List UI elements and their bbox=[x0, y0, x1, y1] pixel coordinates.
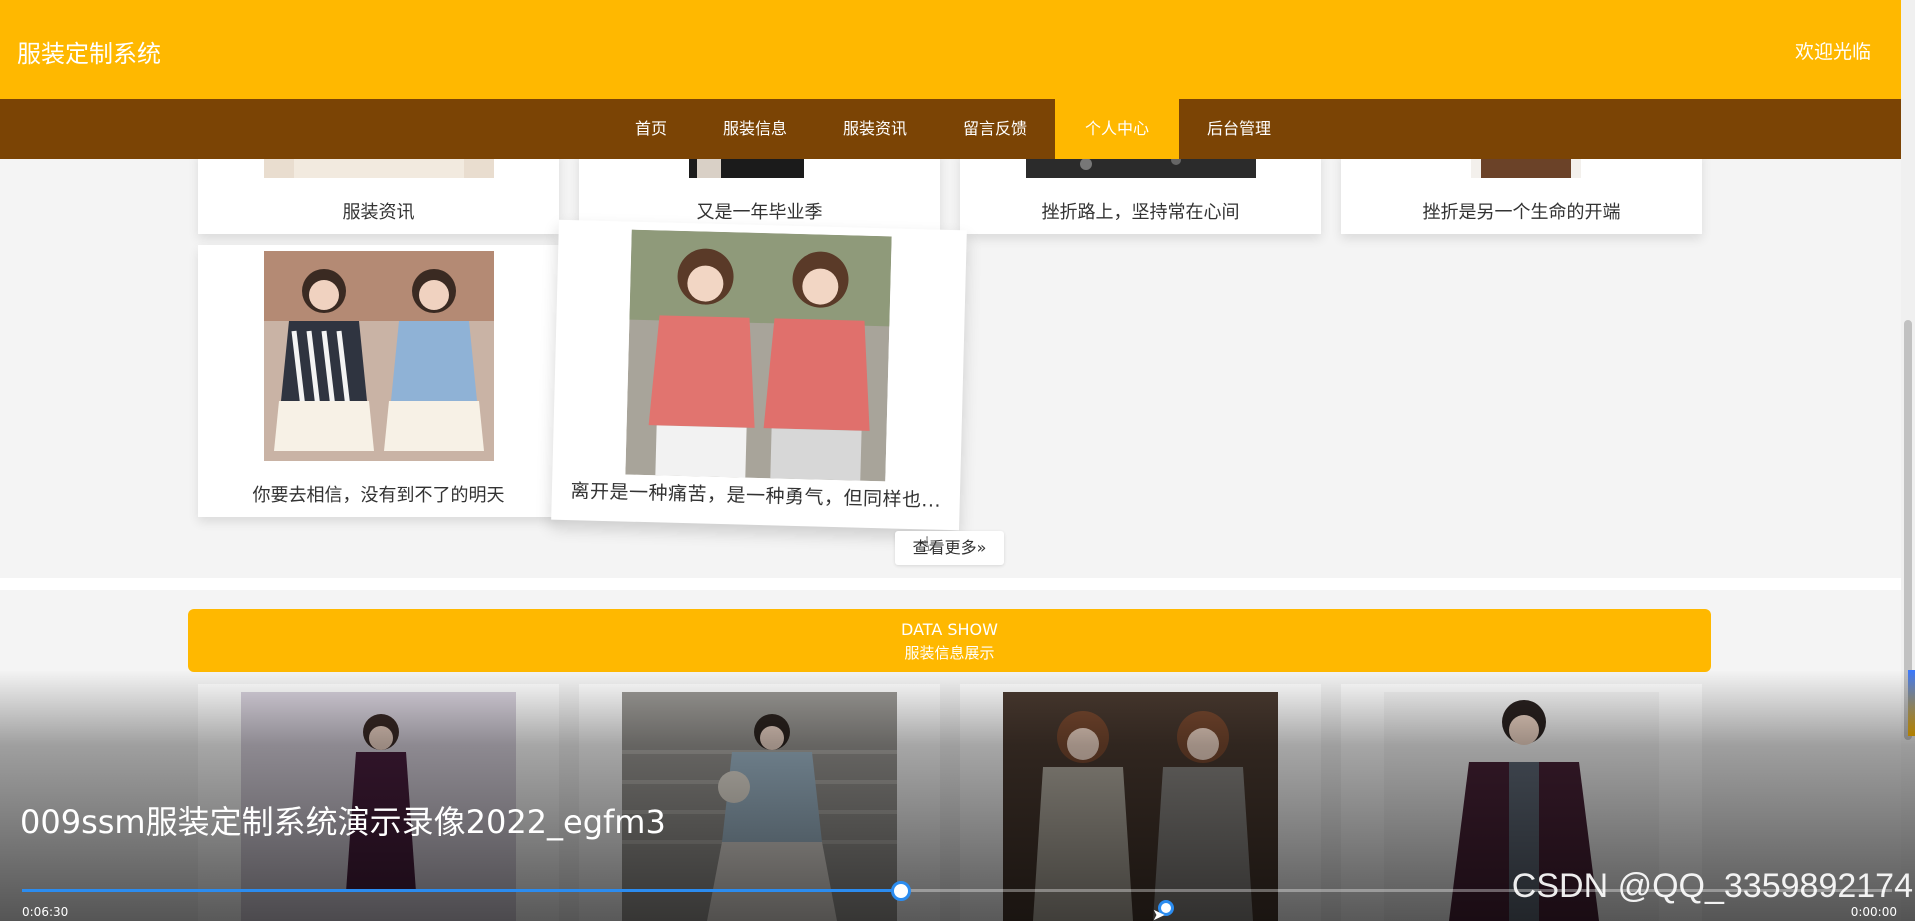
video-title: 009ssm服装定制系统演示录像2022_egfm3 bbox=[20, 803, 666, 841]
news-caption: 你要去相信，没有到不了的明天 bbox=[252, 485, 505, 506]
site-header: 服装定制系统 欢迎光临 bbox=[0, 0, 1901, 99]
section-divider bbox=[0, 578, 1901, 590]
main-nav: 首页 服装信息 服装资讯 留言反馈 个人中心 后台管理 bbox=[0, 99, 1901, 159]
watermark: CSDN @QQ_3359892174 bbox=[1511, 867, 1913, 905]
news-caption: 服装资讯 bbox=[342, 202, 415, 223]
nav-item-clothing-news[interactable]: 服装资讯 bbox=[815, 99, 935, 159]
banner-title-en: DATA SHOW bbox=[901, 620, 998, 639]
news-thumbnail bbox=[264, 251, 494, 461]
news-caption: 又是一年毕业季 bbox=[696, 202, 823, 223]
view-more-link[interactable]: 查看更多» bbox=[895, 531, 1004, 565]
news-card[interactable]: 你要去相信，没有到不了的明天 bbox=[198, 245, 559, 517]
news-card-hovered[interactable]: 离开是一种痛苦，是一种勇气，但同样也... bbox=[551, 219, 967, 531]
banner-title-zh: 服装信息展示 bbox=[904, 644, 995, 662]
time-total: 0:00:00 bbox=[1850, 905, 1897, 919]
video-progress-bar[interactable] bbox=[22, 881, 1892, 901]
nav-item-personal-center[interactable]: 个人中心 bbox=[1055, 99, 1180, 159]
nav-item-feedback[interactable]: 留言反馈 bbox=[935, 99, 1055, 159]
news-caption: 离开是一种痛苦，是一种勇气，但同样也... bbox=[570, 480, 942, 512]
news-card[interactable]: 服装资讯 bbox=[198, 150, 559, 234]
welcome-text: 欢迎光临 bbox=[1794, 41, 1871, 63]
nav-item-admin[interactable]: 后台管理 bbox=[1179, 99, 1299, 159]
news-caption: 挫折是另一个生命的开端 bbox=[1422, 202, 1621, 223]
progress-knob[interactable] bbox=[890, 881, 911, 901]
time-elapsed: 0:06:30 bbox=[22, 905, 69, 919]
double-chevron-right-icon: » bbox=[976, 538, 987, 557]
hand-cursor-icon: ☝ bbox=[918, 532, 931, 556]
data-show-banner: DATA SHOW 服装信息展示 bbox=[188, 609, 1711, 672]
nav-item-home[interactable]: 首页 bbox=[607, 99, 695, 159]
nav-item-clothing-info[interactable]: 服装信息 bbox=[695, 99, 815, 159]
news-card[interactable]: 挫折是另一个生命的开端 bbox=[1341, 150, 1702, 234]
news-caption: 挫折路上，坚持常在心间 bbox=[1041, 202, 1240, 223]
news-card[interactable]: 挫折路上，坚持常在心间 bbox=[960, 150, 1321, 234]
site-title[interactable]: 服装定制系统 bbox=[17, 34, 161, 69]
arrow-cursor-icon: ➤ bbox=[1152, 905, 1166, 921]
progress-fill bbox=[22, 889, 901, 892]
news-thumbnail bbox=[625, 229, 892, 482]
